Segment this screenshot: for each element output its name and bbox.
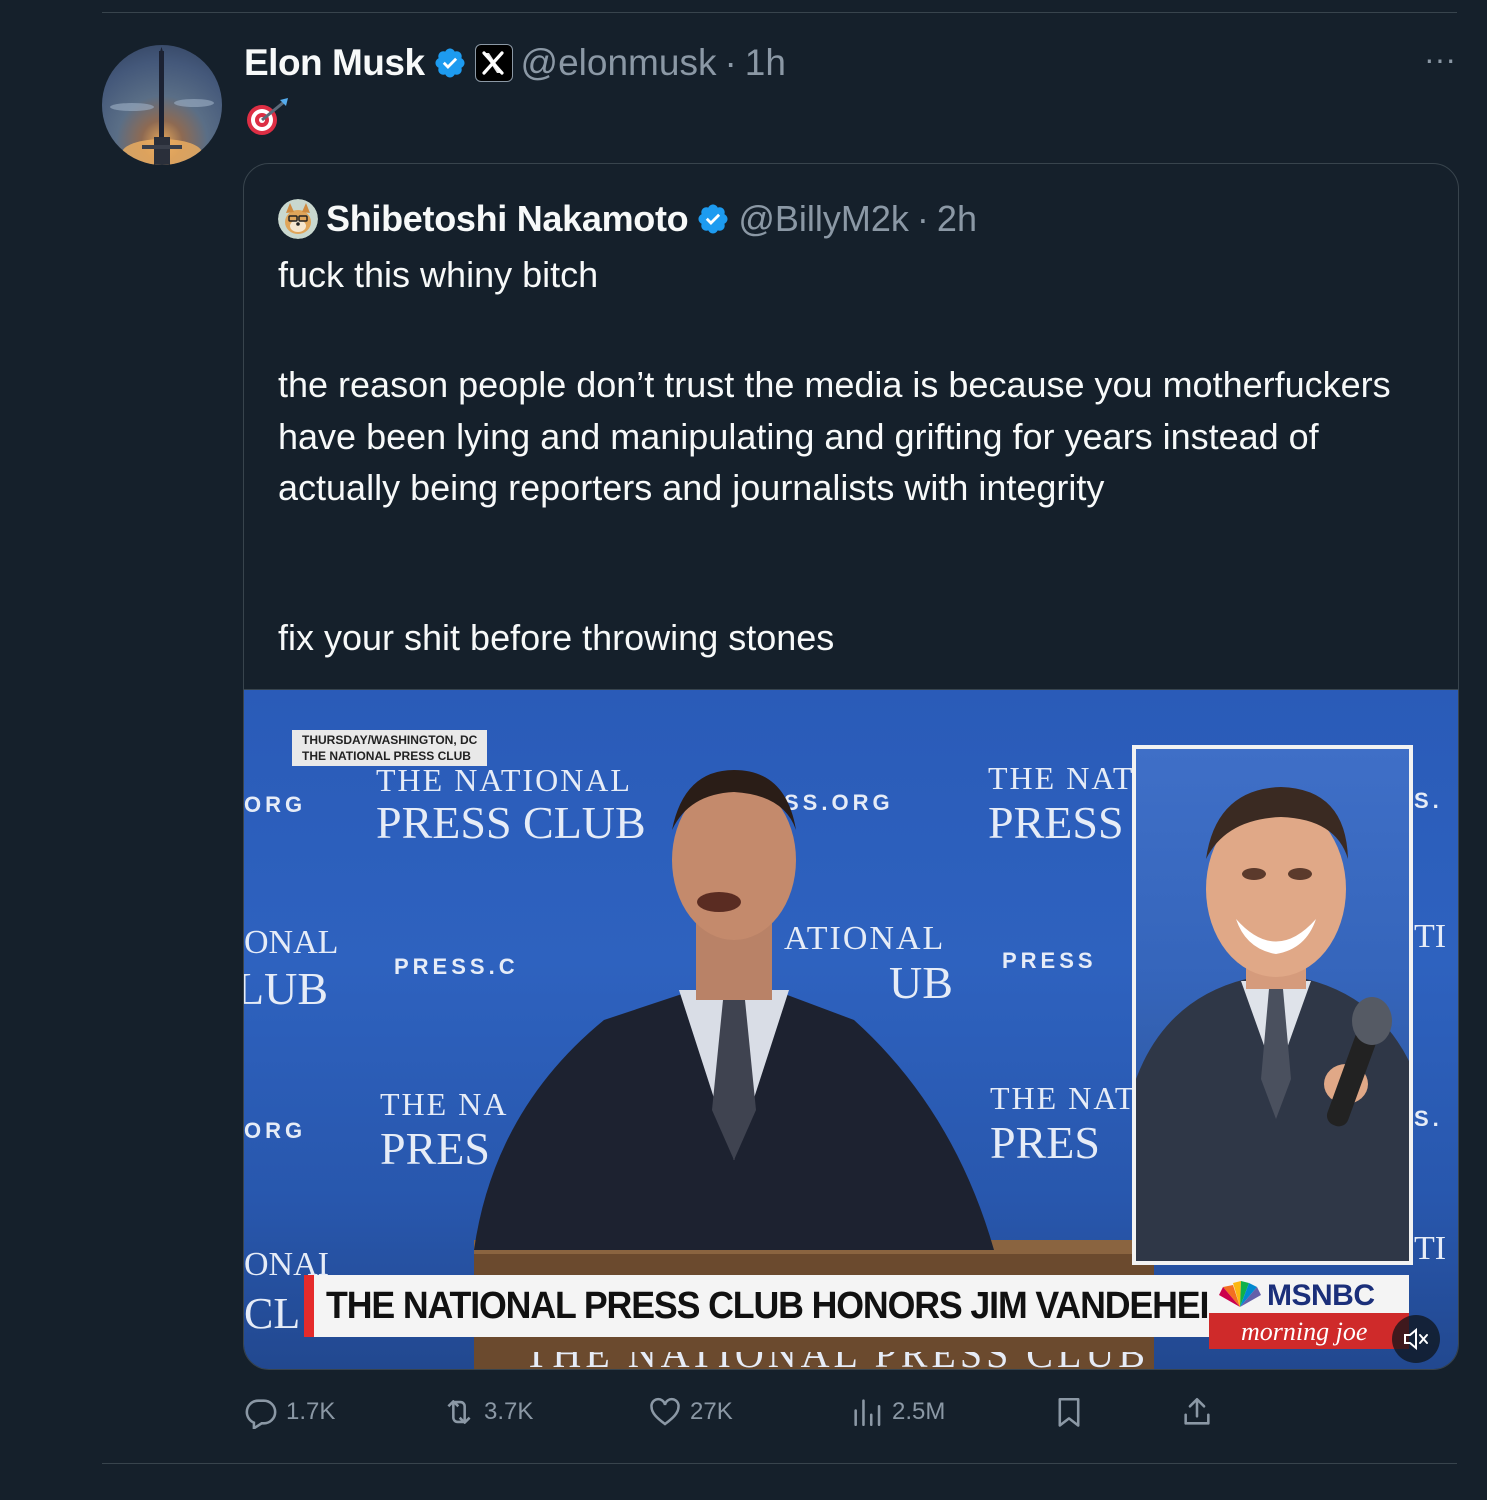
quoted-text-paragraph-2: the reason people don’t trust the media … <box>278 364 1391 508</box>
like-button[interactable]: 27K <box>648 1392 733 1432</box>
bookmark-button[interactable] <box>1052 1392 1086 1432</box>
like-count: 27K <box>690 1398 733 1425</box>
meta-separator: · <box>724 42 737 83</box>
verified-badge-icon <box>698 204 728 234</box>
author-name[interactable]: Elon Musk <box>244 42 425 84</box>
views-count: 2.5M <box>892 1398 946 1425</box>
author-avatar[interactable] <box>102 45 222 165</box>
bottom-banner: THE NATIONAL PRESS CLUB <box>434 1352 1254 1369</box>
backdrop-text: S. <box>1414 1106 1443 1131</box>
views-button[interactable]: 2.5M <box>850 1392 945 1432</box>
quoted-post-card[interactable]: Shibetoshi Nakamoto @BillyM2k · 2h fuck … <box>243 163 1459 1370</box>
show-name-bar: morning joe <box>1209 1313 1409 1349</box>
reply-icon <box>245 1399 277 1429</box>
post-header: Elon Musk @elonmusk · 1h <box>244 38 786 88</box>
repost-count: 3.7K <box>484 1398 534 1425</box>
peacock-logo-icon <box>1219 1281 1261 1307</box>
quoted-author-handle[interactable]: @BillyM2k <box>738 198 909 240</box>
backdrop-text: ORG <box>244 1118 307 1143</box>
repost-button[interactable]: 3.7K <box>442 1392 533 1432</box>
share-icon <box>1184 1397 1210 1425</box>
repost-icon <box>447 1400 471 1424</box>
backdrop-text: S. <box>1414 788 1443 813</box>
bottom-divider <box>102 1463 1457 1464</box>
show-name: morning joe <box>1241 1317 1368 1346</box>
analytics-icon <box>854 1399 881 1427</box>
author-handle[interactable]: @elonmusk <box>521 42 717 84</box>
verified-badge-icon <box>435 48 465 78</box>
quoted-author-name[interactable]: Shibetoshi Nakamoto <box>326 198 689 240</box>
chyron-bar: THE NATIONAL PRESS CLUB HONORS JIM VANDE… <box>304 1275 1209 1337</box>
quoted-video[interactable]: THE NATIONAL PRESS CLUB ORG SS.ORG THE N… <box>244 689 1458 1369</box>
post-action-bar: 1.7K 3.7K 27K 2.5M <box>244 1392 1244 1432</box>
more-horizontal-icon: ··· <box>1424 41 1456 77</box>
heart-icon <box>650 1397 680 1426</box>
top-divider <box>102 12 1457 13</box>
backdrop-text: ONAL <box>244 924 339 961</box>
quoted-post-header: Shibetoshi Nakamoto @BillyM2k · 2h <box>278 194 977 244</box>
network-logo: MSNBC <box>1209 1275 1409 1313</box>
direct-hit-target-emoji-icon <box>247 98 288 135</box>
quoted-author-avatar[interactable] <box>278 199 318 239</box>
reply-count: 1.7K <box>286 1398 336 1425</box>
share-button[interactable] <box>1180 1392 1214 1432</box>
quoted-text-line-1: fuck this whiny bitch <box>278 254 599 295</box>
inset-photo <box>1132 745 1413 1265</box>
post-timestamp[interactable]: 1h <box>745 42 786 84</box>
chyron-text: THE NATIONAL PRESS CLUB HONORS JIM VANDE… <box>326 1285 1209 1327</box>
volume-muted-icon <box>1404 1327 1428 1351</box>
quoted-post-timestamp[interactable]: 2h <box>937 198 977 240</box>
backdrop-text: THE NATIONAL PRESS CLUB <box>524 1352 1149 1369</box>
network-name: MSNBC <box>1267 1279 1375 1312</box>
more-options-button[interactable]: ··· <box>1418 41 1462 80</box>
bookmark-icon <box>1058 1397 1080 1427</box>
meta-separator: · <box>916 198 929 239</box>
mute-toggle-button[interactable] <box>1392 1315 1440 1363</box>
reply-button[interactable]: 1.7K <box>244 1392 335 1432</box>
quoted-text-line-3: fix your shit before throwing stones <box>278 617 835 658</box>
backdrop-text: TI <box>1414 1230 1447 1267</box>
backdrop-text: TI <box>1414 918 1447 955</box>
backdrop-text: LUB <box>244 963 328 1014</box>
backdrop-text: ORG <box>244 792 307 817</box>
post-text <box>244 96 292 138</box>
speaker-figure-image <box>474 770 1154 1369</box>
starship-launch-image <box>110 47 214 165</box>
x-affiliate-badge-icon[interactable] <box>474 44 513 82</box>
backdrop-text: CL <box>244 1289 301 1338</box>
inset-portrait-image <box>1136 787 1409 1261</box>
